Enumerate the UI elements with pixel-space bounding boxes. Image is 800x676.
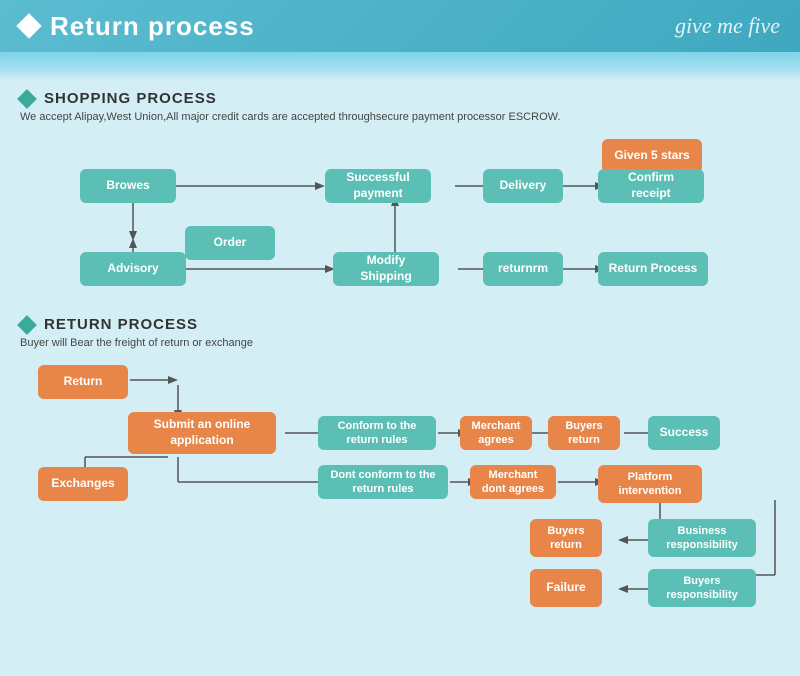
submit-online-box: Submit an online application [128, 412, 276, 454]
buyers-responsibility-box: Buyers responsibility [648, 569, 756, 607]
merchant-dont-box: Merchant dont agrees [470, 465, 556, 499]
return-box: Return [38, 365, 128, 399]
conform-rules-box: Conform to the return rules [318, 416, 436, 450]
shopping-section-title: SHOPPING PROCESS [44, 90, 217, 107]
header-diamond-icon [16, 13, 41, 38]
shopping-flow-diagram: Given 5 stars Browes Successful payment … [20, 131, 780, 316]
shopping-desc: We accept Alipay,West Union,All major cr… [20, 111, 780, 123]
returnrm-box: returnrm [483, 252, 563, 286]
return-section-title: RETURN PROCESS [44, 316, 198, 333]
main-content: SHOPPING PROCESS We accept Alipay,West U… [0, 70, 800, 657]
return-diamond-icon [17, 315, 37, 335]
return-process-box: Return Process [598, 252, 708, 286]
given-5-stars-box: Given 5 stars [602, 139, 702, 173]
delivery-box: Delivery [483, 169, 563, 203]
success-box: Success [648, 416, 720, 450]
return-desc: Buyer will Bear the freight of return or… [20, 337, 780, 349]
merchant-agrees-box: Merchant agrees [460, 416, 532, 450]
brand-logo: give me five [675, 13, 780, 39]
exchanges-box: Exchanges [38, 467, 128, 501]
platform-intervention-box: Platform intervention [598, 465, 702, 503]
shopping-section-header: SHOPPING PROCESS [20, 90, 780, 107]
browes-box: Browes [80, 169, 176, 203]
banner-ribbon [0, 52, 800, 70]
advisory-box: Advisory [80, 252, 186, 286]
buyers-return-bottom-box: Buyers return [530, 519, 602, 557]
shopping-diamond-icon [17, 89, 37, 109]
buyers-return-top-box: Buyers return [548, 416, 620, 450]
page-title: Return process [50, 11, 255, 42]
failure-box: Failure [530, 569, 602, 607]
dont-conform-box: Dont conform to the return rules [318, 465, 448, 499]
return-flow-diagram: Return Submit an online application Exch… [20, 357, 780, 647]
successful-payment-box: Successful payment [325, 169, 431, 203]
page-header: Return process give me five [0, 0, 800, 52]
confirm-receipt-box: Confirm receipt [598, 169, 704, 203]
return-section-header: RETURN PROCESS [20, 316, 780, 333]
order-box: Order [185, 226, 275, 260]
modify-shipping-box: Modify Shipping [333, 252, 439, 286]
business-responsibility-box: Business responsibility [648, 519, 756, 557]
